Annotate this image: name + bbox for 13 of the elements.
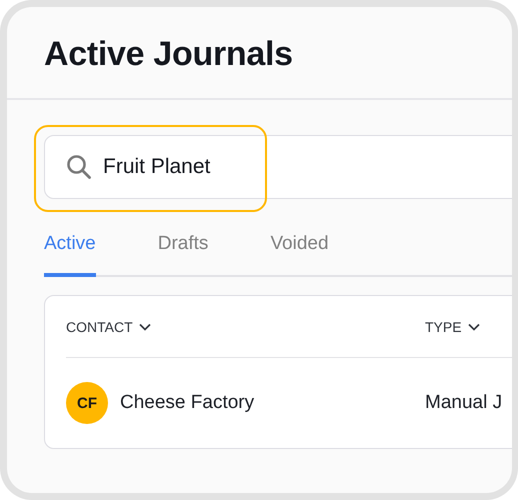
avatar: CF xyxy=(66,382,108,424)
search-icon xyxy=(66,154,92,180)
tab[interactable]: Active xyxy=(44,225,96,277)
chevron-down-icon xyxy=(138,322,151,330)
search-field[interactable]: Fruit Planet xyxy=(44,135,512,199)
table-cell-text: Manual J xyxy=(425,392,504,414)
tab[interactable]: Voided xyxy=(270,225,329,277)
tab[interactable]: Drafts xyxy=(158,225,208,277)
page-title: Active Journals xyxy=(44,35,293,74)
chevron-down-icon xyxy=(468,322,480,330)
table-cell: Cheese Factory xyxy=(120,392,254,414)
column-header[interactable]: CONTACT xyxy=(66,318,151,334)
column-header[interactable]: TYPE xyxy=(425,318,480,334)
